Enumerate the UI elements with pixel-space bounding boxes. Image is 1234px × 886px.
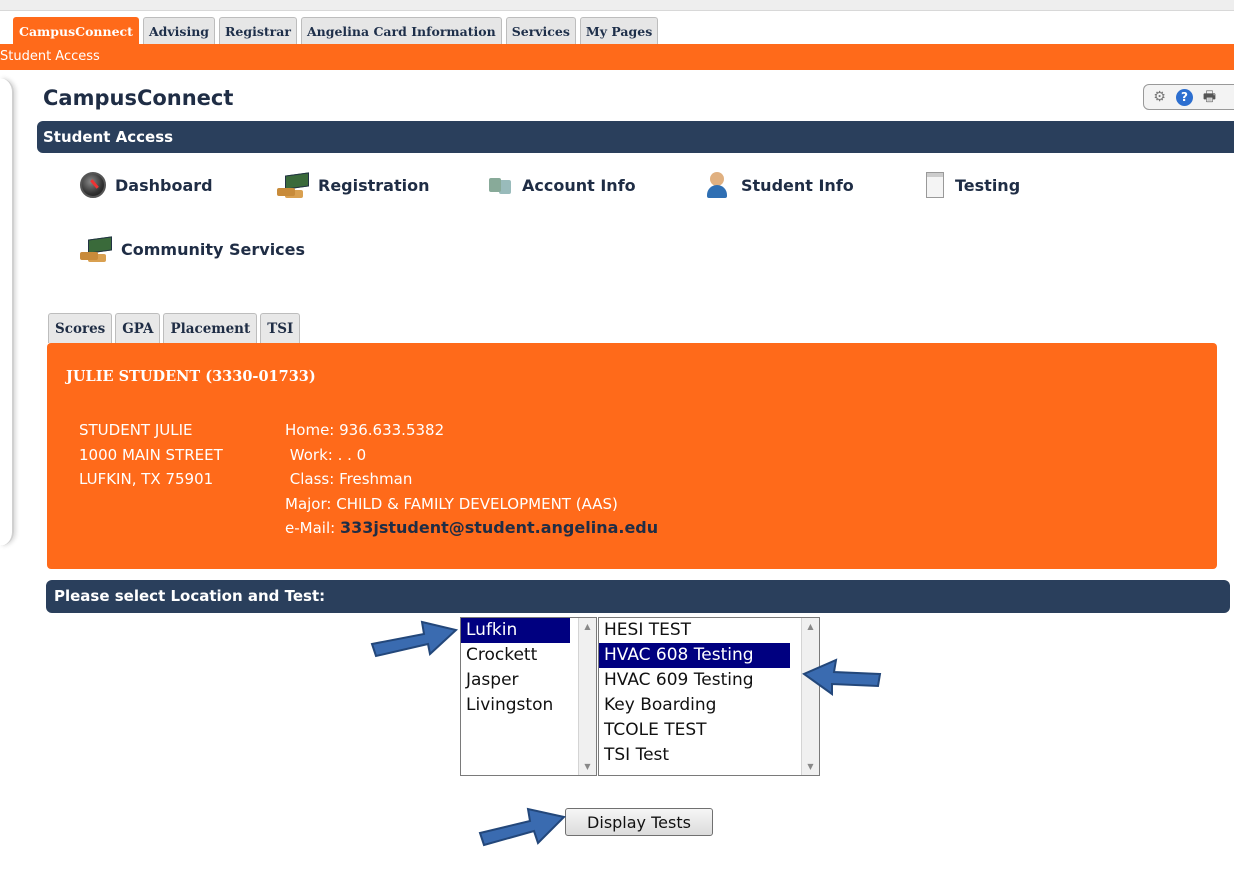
test-option[interactable]: Key Boarding — [599, 693, 819, 718]
document-icon — [920, 172, 946, 198]
help-icon[interactable]: ? — [1176, 88, 1193, 106]
nav-student-info[interactable]: Student Info — [706, 172, 854, 198]
major-row: Major: CHILD & FAMILY DEVELOPMENT (AAS) — [285, 492, 658, 517]
location-option[interactable]: Lufkin — [461, 618, 570, 643]
location-listbox[interactable]: Lufkin Crockett Jasper Livingston ▲ ▼ — [460, 617, 597, 776]
subheader-label[interactable]: Student Access — [0, 49, 100, 64]
nav-community-services-label: Community Services — [121, 239, 306, 259]
tab-angelina-card-information[interactable]: Angelina Card Information — [300, 17, 502, 44]
test-listbox[interactable]: HESI TEST HVAC 608 Testing HVAC 609 Test… — [598, 617, 820, 776]
location-option[interactable]: Jasper — [461, 668, 596, 693]
testing-sub-tabs: Scores GPA Placement TSI — [48, 313, 301, 343]
person-icon — [706, 172, 732, 198]
print-icon[interactable]: 🖶 — [1201, 89, 1218, 106]
scroll-up-icon[interactable]: ▲ — [579, 618, 596, 635]
arrow-icon — [801, 658, 882, 696]
class-label: Class: — [289, 470, 335, 488]
nav-dashboard-label: Dashboard — [115, 175, 213, 195]
test-option[interactable]: TCOLE TEST — [599, 718, 819, 743]
address-line: LUFKIN, TX 75901 — [79, 470, 214, 488]
arrow-icon — [478, 807, 566, 847]
tab-campusconnect[interactable]: CampusConnect — [13, 17, 139, 44]
home-value: 936.633.5382 — [339, 421, 445, 439]
home-phone-row: Home: 936.633.5382 — [285, 418, 658, 443]
nav-registration[interactable]: Registration — [277, 172, 429, 198]
page-tools: ⚙ ? 🖶 — [1143, 84, 1234, 110]
tab-scores[interactable]: Scores — [48, 313, 113, 343]
work-value: . . 0 — [337, 445, 367, 464]
money-icon — [487, 172, 513, 198]
major-label: Major: — [285, 494, 332, 513]
address-line: STUDENT JULIE — [79, 421, 193, 439]
test-option[interactable]: HVAC 609 Testing — [599, 668, 819, 693]
student-address: STUDENT JULIE 1000 MAIN STREET LUFKIN, T… — [79, 418, 223, 492]
student-contact: Home: 936.633.5382 Work: . . 0 Class: Fr… — [285, 418, 658, 541]
settings-icon[interactable]: ⚙ — [1151, 89, 1168, 106]
scroll-up-icon[interactable]: ▲ — [802, 618, 819, 635]
home-label: Home: — [285, 421, 335, 439]
section-title: Student Access — [43, 128, 174, 146]
tab-my-pages[interactable]: My Pages — [579, 17, 659, 44]
tab-advising[interactable]: Advising — [142, 17, 216, 44]
location-option[interactable]: Crockett — [461, 643, 596, 668]
tab-services[interactable]: Services — [505, 17, 576, 44]
email-link[interactable]: 333jstudent@student.angelina.edu — [340, 518, 658, 537]
location-scrollbar[interactable]: ▲ ▼ — [578, 618, 596, 775]
page-title: CampusConnect — [43, 86, 234, 110]
tab-placement[interactable]: Placement — [163, 313, 258, 343]
nav-registration-label: Registration — [318, 175, 430, 195]
subheader-bar: Student Access — [0, 44, 1234, 70]
tab-registrar[interactable]: Registrar — [219, 17, 297, 44]
classroom-icon — [277, 172, 309, 198]
section-header-student-access: Student Access — [37, 121, 1234, 153]
tab-tsi[interactable]: TSI — [260, 313, 301, 343]
browser-top-line — [0, 0, 1234, 11]
nav-student-info-label: Student Info — [741, 175, 854, 195]
scroll-down-icon[interactable]: ▼ — [579, 758, 596, 775]
nav-account-info-label: Account Info — [522, 175, 636, 195]
classroom-icon — [80, 236, 112, 262]
class-value: Freshman — [339, 470, 413, 488]
test-option[interactable]: HVAC 608 Testing — [599, 643, 790, 668]
test-option[interactable]: HESI TEST — [599, 618, 819, 643]
location-option[interactable]: Livingston — [461, 693, 596, 718]
nav-account-info[interactable]: Account Info — [487, 172, 636, 198]
email-row: e-Mail: 333jstudent@student.angelina.edu — [285, 516, 658, 541]
test-option[interactable]: TSI Test — [599, 743, 819, 768]
top-tabs: CampusConnect Advising Registrar Angelin… — [13, 17, 659, 44]
address-line: 1000 MAIN STREET — [79, 445, 223, 464]
select-header-label: Please select Location and Test: — [54, 587, 326, 605]
email-label: e-Mail: — [285, 519, 336, 537]
arrow-icon — [370, 620, 459, 658]
nav-testing-label: Testing — [955, 175, 1021, 195]
display-tests-button[interactable]: Display Tests — [565, 808, 713, 836]
scroll-down-icon[interactable]: ▼ — [802, 758, 819, 775]
major-value: CHILD & FAMILY DEVELOPMENT (AAS) — [336, 494, 618, 513]
student-header: JULIE STUDENT (3330-01733) — [66, 368, 316, 385]
work-label: Work: — [289, 445, 333, 464]
tab-gpa[interactable]: GPA — [115, 313, 161, 343]
dashboard-icon — [80, 172, 106, 198]
nav-testing[interactable]: Testing — [920, 172, 1020, 198]
nav-dashboard[interactable]: Dashboard — [80, 172, 213, 198]
class-row: Class: Freshman — [285, 467, 658, 492]
left-side-panel-edge — [0, 78, 14, 546]
student-info-panel: JULIE STUDENT (3330-01733) STUDENT JULIE… — [47, 343, 1217, 569]
nav-community-services[interactable]: Community Services — [80, 236, 305, 262]
work-phone-row: Work: . . 0 — [285, 443, 658, 468]
section-header-select: Please select Location and Test: — [46, 580, 1230, 613]
